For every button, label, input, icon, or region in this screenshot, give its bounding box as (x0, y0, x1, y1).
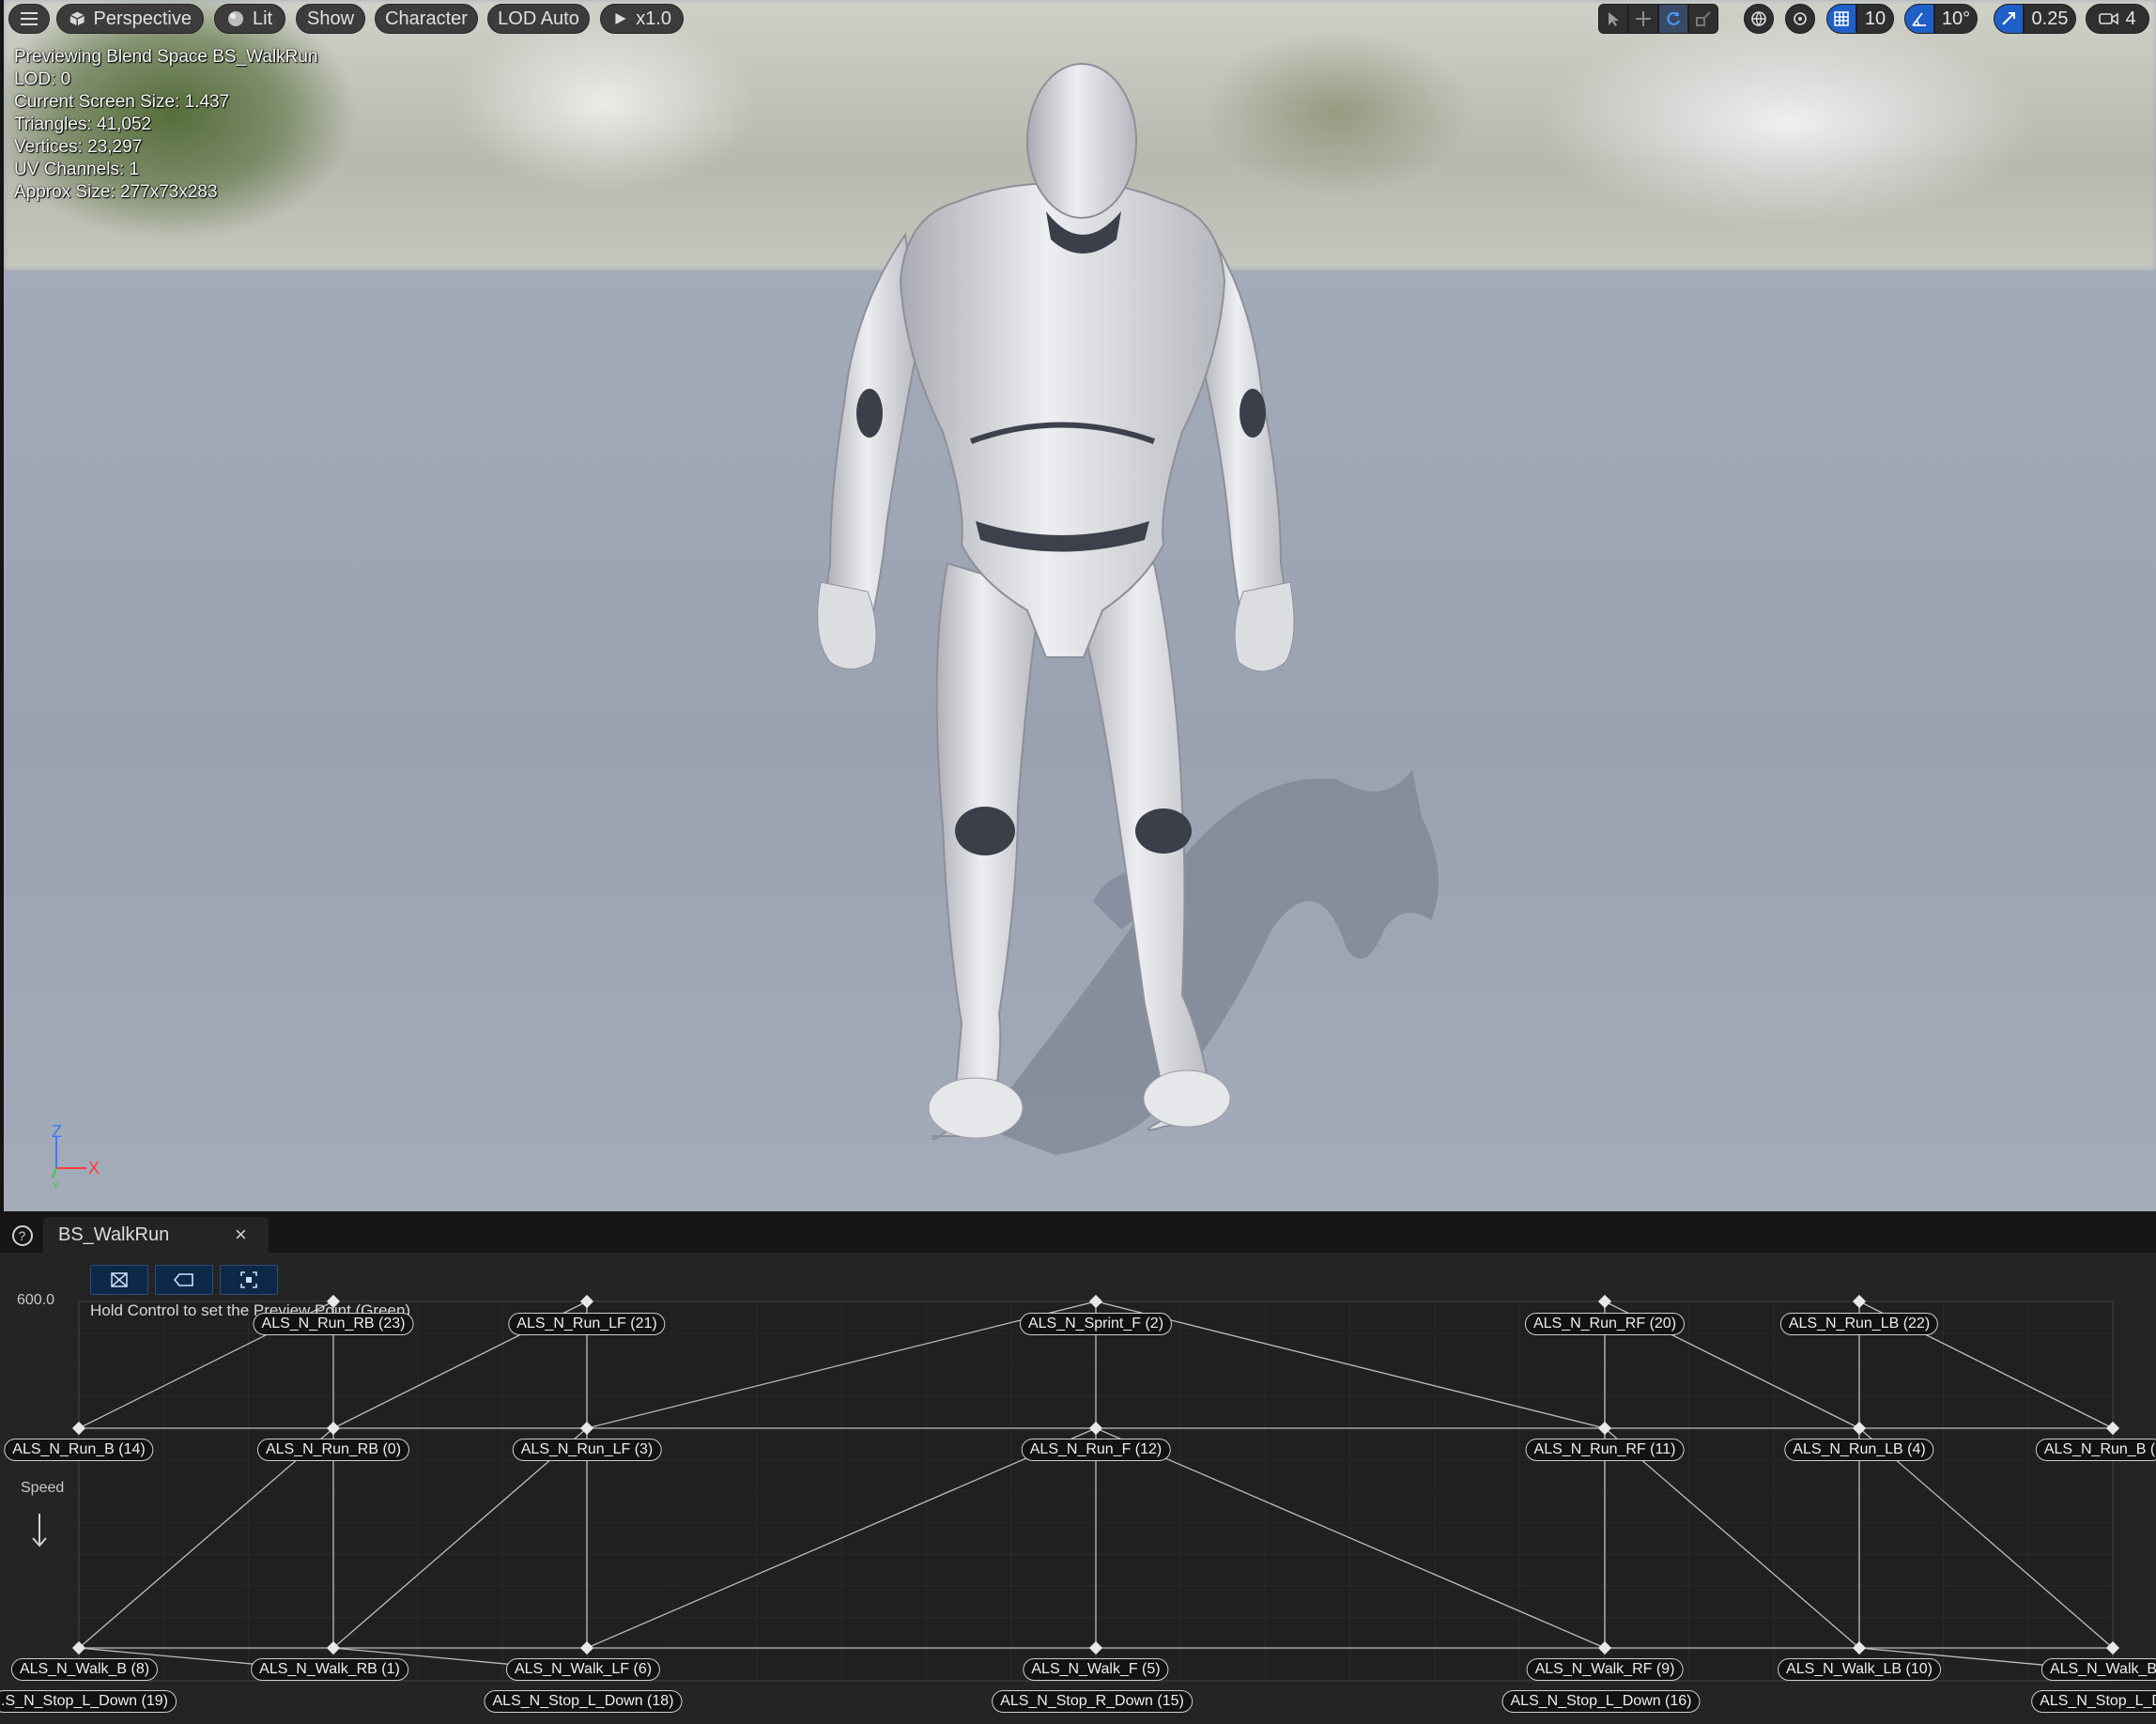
perspective-label: Perspective (93, 8, 192, 29)
tab-close-button[interactable]: × (235, 1223, 247, 1247)
hamburger-icon (21, 12, 38, 25)
sample-label[interactable]: ALS_N_Walk_B (2040, 1658, 2156, 1681)
scale-snap-label: 0.25 (2031, 8, 2069, 29)
sample-label[interactable]: ALS_N_Run_RF (11) (1525, 1439, 1685, 1461)
lod-info: LOD: 0 (14, 69, 71, 89)
angle-snap-label: 10° (1941, 8, 1971, 29)
right-knee (1135, 808, 1192, 854)
approx-size-info: Approx Size: 277x73x283 (14, 182, 218, 202)
left-foot (928, 1077, 1024, 1139)
sample-label[interactable]: ALS_N_Stop_L_Down (18) (484, 1690, 683, 1713)
sample-label[interactable]: ALS_N_Run_B ( (2035, 1439, 2156, 1461)
angle-snap-value[interactable]: 10° (1934, 4, 1978, 34)
lod-button[interactable]: LOD Auto (487, 4, 590, 34)
sample-label[interactable]: ALS_N_Run_RB (23) (253, 1313, 414, 1335)
viewport-menu-button[interactable] (8, 4, 50, 34)
cube-icon (69, 11, 85, 26)
scale-mode-button[interactable] (1688, 4, 1718, 34)
scale-snap-toggle[interactable] (1994, 4, 2024, 34)
left-hand (817, 581, 877, 670)
sample-label[interactable]: ALS_N_Run_LB (4) (1784, 1439, 1934, 1461)
head (1026, 63, 1137, 219)
sample-label[interactable]: ALS_N_Walk_RF (9) (1526, 1658, 1684, 1681)
right-foot (1143, 1070, 1231, 1128)
playback-speed-label: x1.0 (636, 8, 671, 29)
lit-button[interactable]: Lit (214, 4, 285, 34)
triangles-info: Triangles: 41,052 (14, 115, 152, 134)
sample-label[interactable]: ALS_N_Stop_R_Down (15) (992, 1690, 1193, 1713)
left-knee (955, 807, 1015, 855)
svg-text:X: X (88, 1159, 100, 1178)
lit-label: Lit (253, 8, 273, 29)
move-icon (1636, 11, 1651, 26)
camera-speed-label: 4 (2125, 8, 2136, 29)
svg-text:Y: Y (53, 1181, 59, 1191)
sample-label[interactable]: ALS_N_Run_RF (20) (1524, 1313, 1686, 1335)
sample-label[interactable]: ALS_N_Run_LB (22) (1779, 1313, 1939, 1335)
sample-label[interactable]: ALS_N_Run_LF (21) (508, 1313, 666, 1335)
rotate-mode-button[interactable] (1658, 4, 1688, 34)
sample-label[interactable]: ALS_N_Stop_L_Down (16) (1502, 1690, 1701, 1713)
globe-icon (1751, 11, 1766, 27)
sample-label[interactable]: ALS_N_Run_B (14) (4, 1439, 154, 1461)
angle-snap-toggle[interactable] (1904, 4, 1934, 34)
grid-snap-label: 10 (1864, 8, 1886, 29)
scale-snap-icon (2002, 12, 2015, 25)
axis-gizmo: Z X Y (52, 1125, 100, 1191)
sphere-icon (228, 11, 243, 26)
character-label: Character (385, 8, 468, 29)
show-button[interactable]: Show (296, 4, 365, 34)
sample-label[interactable]: ALS_N_Walk_LB (10) (1778, 1658, 1941, 1681)
tab-label: BS_WalkRun (58, 1224, 170, 1245)
scale-icon (1696, 11, 1711, 26)
uv-channels-info: UV Channels: 1 (14, 160, 140, 179)
camera-speed-button[interactable]: 4 (2086, 4, 2149, 34)
surface-snap-icon (1794, 12, 1807, 25)
rotate-icon (1667, 11, 1680, 25)
scale-snap-value[interactable]: 0.25 (2024, 4, 2076, 34)
cursor-icon (1609, 12, 1619, 26)
character-button[interactable]: Character (375, 4, 478, 34)
mannequin-character (817, 63, 1439, 1155)
sample-label[interactable]: ALS_N_Walk_LF (6) (505, 1658, 661, 1681)
vertices-info: Vertices: 23,297 (14, 137, 143, 157)
arrow-down-icon (32, 1514, 47, 1547)
grid-icon (1834, 11, 1849, 26)
sample-label[interactable]: ALS_N_Run_LF (3) (512, 1439, 662, 1461)
right-hand (1234, 581, 1295, 672)
sample-label[interactable]: .S_N_Stop_L_Down (19) (0, 1690, 177, 1713)
lod-label: LOD Auto (498, 8, 579, 29)
help-icon[interactable]: ? (11, 1224, 34, 1247)
preview-info: Previewing Blend Space BS_WalkRun (14, 47, 318, 67)
y-axis-label: Speed (21, 1480, 65, 1496)
sample-label[interactable]: ALS_N_Sprint_F (2) (1019, 1313, 1173, 1335)
screen-size-info: Current Screen Size: 1.437 (14, 92, 230, 112)
playback-speed-button[interactable]: x1.0 (600, 4, 684, 34)
angle-icon (1912, 12, 1926, 26)
perspective-button[interactable]: Perspective (56, 4, 204, 34)
camera-icon (2099, 12, 2119, 25)
level-viewport[interactable]: Previewing Blend Space BS_WalkRun LOD: 0… (4, 0, 2156, 1211)
svg-text:?: ? (19, 1228, 26, 1243)
panel-tab-bar (0, 1211, 2156, 1253)
play-icon (615, 12, 626, 25)
grid-snap-value[interactable]: 10 (1856, 4, 1894, 34)
sample-label[interactable]: ALS_N_Walk_B (8) (10, 1658, 159, 1681)
surface-snap-button[interactable] (1785, 4, 1815, 34)
sample-label[interactable]: ALS_N_Walk_RB (1) (251, 1658, 408, 1681)
show-label: Show (306, 8, 355, 29)
sample-label[interactable]: ALS_N_Stop_L_Dov (2031, 1690, 2156, 1713)
svg-text:Z: Z (52, 1125, 62, 1141)
world-local-button[interactable] (1744, 4, 1774, 34)
translate-mode-button[interactable] (1628, 4, 1658, 34)
sample-label[interactable]: ALS_N_Run_F (12) (1021, 1439, 1171, 1461)
left-elbow (856, 389, 883, 438)
select-mode-button[interactable] (1598, 4, 1628, 34)
sample-label[interactable]: ALS_N_Walk_F (5) (1023, 1658, 1169, 1681)
y-axis-max: 600.0 (17, 1292, 55, 1308)
right-elbow (1240, 389, 1266, 438)
grid-snap-toggle[interactable] (1826, 4, 1856, 34)
sample-label[interactable]: ALS_N_Run_RB (0) (256, 1439, 410, 1461)
